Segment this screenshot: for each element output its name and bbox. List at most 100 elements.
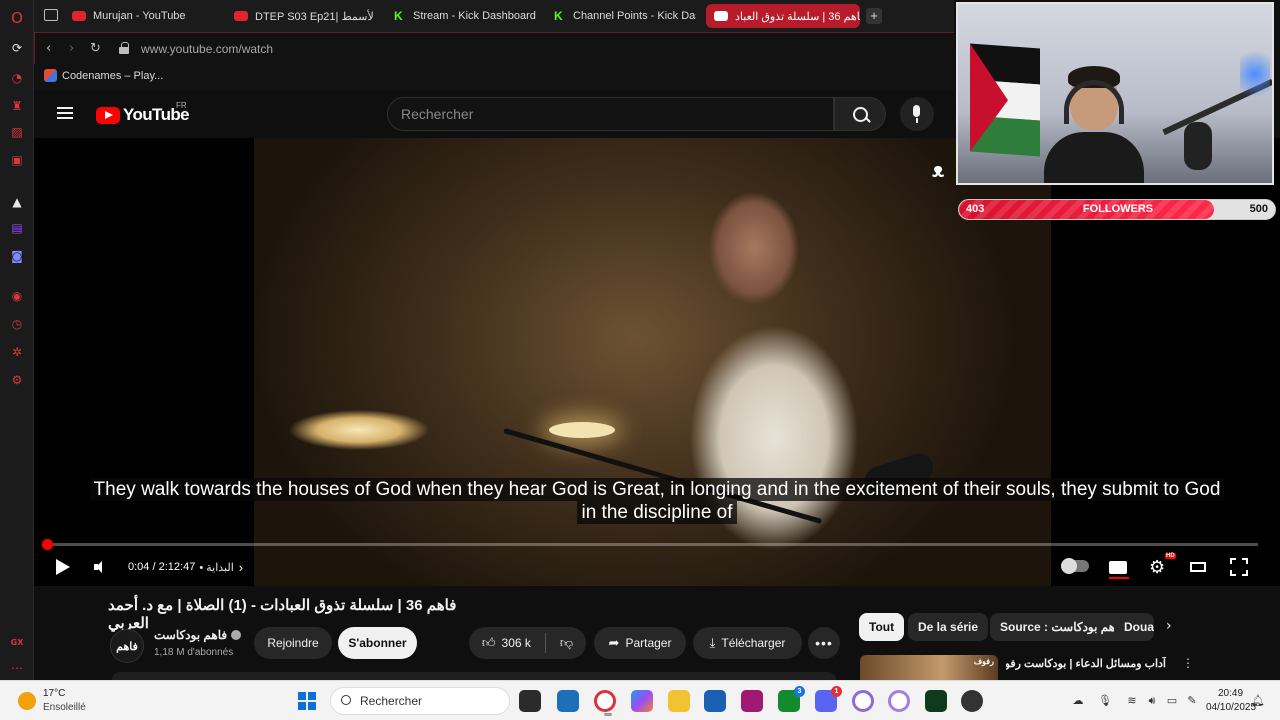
tab-channel-points[interactable]: K Channel Points - Kick Das (554, 4, 696, 28)
copilot-icon[interactable] (631, 690, 653, 712)
progress-bar[interactable] (41, 539, 1258, 550)
chip-series[interactable]: De la série (908, 613, 989, 641)
cloud-icon[interactable]: ☁ (1071, 694, 1085, 708)
workspace-icon[interactable]: ♜ (9, 98, 25, 114)
more-icon[interactable]: ⋯ (9, 660, 25, 676)
channel-avatar[interactable]: فاهم (110, 629, 144, 663)
back-arrow-icon[interactable]: ‹ (46, 41, 51, 56)
follower-goal-label: FOLLOWERS (1082, 203, 1154, 215)
opera-taskbar-icon[interactable] (852, 690, 874, 712)
address-bar: ‹ › ↻ www.youtube.com/watch (34, 32, 954, 64)
speaker-icon[interactable]: 🔊︎ (1145, 694, 1159, 708)
opera-logo-icon[interactable]: O (9, 9, 25, 27)
microphone-tray-icon[interactable]: 🎙︎ (1098, 694, 1112, 708)
windows-start-icon[interactable] (298, 692, 316, 710)
lamp-light (549, 422, 615, 438)
bookmarks-bar: Codenames – Play... (34, 64, 954, 90)
settings-gear-icon[interactable]: ⚙ (1149, 556, 1165, 578)
opera-gx-taskbar-icon[interactable] (594, 690, 616, 716)
task-view-icon[interactable] (519, 690, 541, 712)
bookmark-codenames[interactable]: Codenames – Play... (44, 69, 163, 82)
more-actions-button[interactable]: ••• (808, 627, 840, 659)
gx-icon[interactable]: GX (9, 634, 25, 650)
photo-app-icon[interactable] (741, 690, 763, 712)
share-button[interactable]: ➦ Partager (594, 627, 686, 659)
battery-icon[interactable]: ▭ (1165, 694, 1179, 708)
fullscreen-button[interactable] (1230, 558, 1248, 576)
channel-name[interactable]: فاهم بودكاست (154, 628, 242, 642)
volume-icon[interactable] (94, 556, 110, 578)
tab-active-video[interactable]: فاهم 36 | سلسلة تذوق العباد (706, 4, 860, 28)
kick-sidebar-icon[interactable]: ▲ (9, 194, 25, 210)
menu-icon[interactable] (57, 107, 73, 119)
channel-name-text[interactable]: فاهم بودكاست (154, 628, 227, 642)
tab-kick-dashboard[interactable]: K Stream - Kick Dashboard (394, 4, 544, 28)
voice-search-button[interactable] (900, 97, 934, 131)
clock-time[interactable]: 20:49 (1218, 688, 1243, 699)
taskbar-search-input[interactable]: Rechercher (330, 687, 510, 715)
captions: They walk towards the houses of God when… (54, 478, 1260, 524)
sun-icon[interactable] (18, 692, 36, 710)
discord-icon[interactable]: ◙ (9, 248, 25, 264)
join-button[interactable]: Rejoindre (254, 627, 332, 659)
player-icon[interactable]: ◉ (9, 288, 25, 304)
recommendation-thumbnail[interactable]: رفوف (860, 655, 998, 680)
chapter-chevron-icon[interactable]: › (239, 560, 243, 575)
weather-description[interactable]: Ensoleillé (43, 702, 86, 713)
twitch-icon[interactable]: ▤ (9, 220, 25, 236)
streams-icon[interactable]: ▨ (9, 124, 25, 140)
url-field[interactable]: www.youtube.com/watch (141, 42, 273, 56)
chips-next-chevron-icon[interactable]: › (1166, 618, 1172, 634)
microsoft-store-icon[interactable] (704, 690, 726, 712)
xbox-icon[interactable]: 3 (778, 686, 805, 712)
wifi-icon[interactable]: ≋ (1125, 694, 1139, 708)
tab-murujan[interactable]: Murujan - YouTube (72, 4, 222, 28)
aria-icon[interactable]: ◔ (9, 70, 25, 86)
opera-alt-taskbar-icon[interactable] (888, 690, 910, 712)
play-button[interactable] (56, 556, 74, 578)
search-button[interactable] (834, 97, 886, 131)
notification-bell-icon[interactable]: 🔔︎ (1251, 694, 1265, 708)
download-button[interactable]: ⤓ Télécharger (693, 627, 802, 659)
reload-icon[interactable]: ↻ (90, 41, 101, 56)
youtube-logo[interactable]: YouTube FR (96, 101, 190, 125)
description-box[interactable] (112, 672, 836, 680)
autoplay-toggle[interactable] (1061, 558, 1089, 574)
subtitles-button[interactable] (1109, 556, 1129, 579)
chapter-label[interactable]: • البداية (199, 561, 233, 574)
scrubber-handle[interactable] (41, 539, 53, 550)
theater-mode-button[interactable] (1190, 556, 1206, 578)
recommendation-more-icon[interactable]: ⋮ (1182, 656, 1194, 670)
search-input[interactable]: Rechercher (387, 97, 834, 131)
weather-temperature[interactable]: 17°C (43, 688, 65, 699)
settings-icon[interactable]: ⚙ (9, 372, 25, 388)
chip-source[interactable]: Source : فاهم بودكاست (990, 613, 1135, 641)
like-icon[interactable]: 👍︎ (482, 636, 496, 651)
discord-taskbar-icon[interactable]: 1 (815, 686, 842, 712)
pen-icon[interactable]: ✎ (1185, 694, 1199, 708)
hd-badge: HD (1165, 553, 1176, 559)
chip-doua[interactable]: Doua (1114, 613, 1154, 641)
subscribe-button[interactable]: S'abonner (338, 627, 417, 659)
like-count[interactable]: 306 k (502, 636, 531, 650)
messenger-icon[interactable]: ▣ (9, 152, 25, 168)
extensions-icon[interactable]: ✲ (9, 344, 25, 360)
youtube-icon (234, 11, 248, 21)
file-explorer-icon[interactable] (668, 690, 690, 712)
recommendation-title[interactable]: آداب ومسائل الدعاء | بودكاست رفوف (67) (1006, 657, 1166, 670)
chip-all[interactable]: Tout (859, 613, 905, 641)
dislike-icon[interactable]: 👎︎ (560, 636, 573, 651)
tab-dtep[interactable]: DTEP S03 Ep21| ن الأسمط (234, 4, 374, 28)
recording-app-icon[interactable] (961, 690, 983, 712)
verified-icon (231, 630, 242, 640)
clock-date[interactable]: 04/10/2025 (1206, 702, 1256, 713)
time-display: 0:04 / 2:12:47 • البداية › (128, 556, 243, 578)
widgets-icon[interactable] (557, 690, 579, 712)
history-icon[interactable]: ◷ (9, 316, 25, 332)
refresh-icon[interactable]: ⟳ (9, 40, 25, 56)
new-tab-button[interactable]: + (866, 8, 882, 24)
forward-arrow-icon[interactable]: › (69, 41, 74, 56)
tab-search-icon[interactable] (44, 9, 58, 21)
terminal-icon[interactable] (925, 690, 947, 712)
subscriber-count: 1,18 M d'abonnés (154, 647, 234, 658)
